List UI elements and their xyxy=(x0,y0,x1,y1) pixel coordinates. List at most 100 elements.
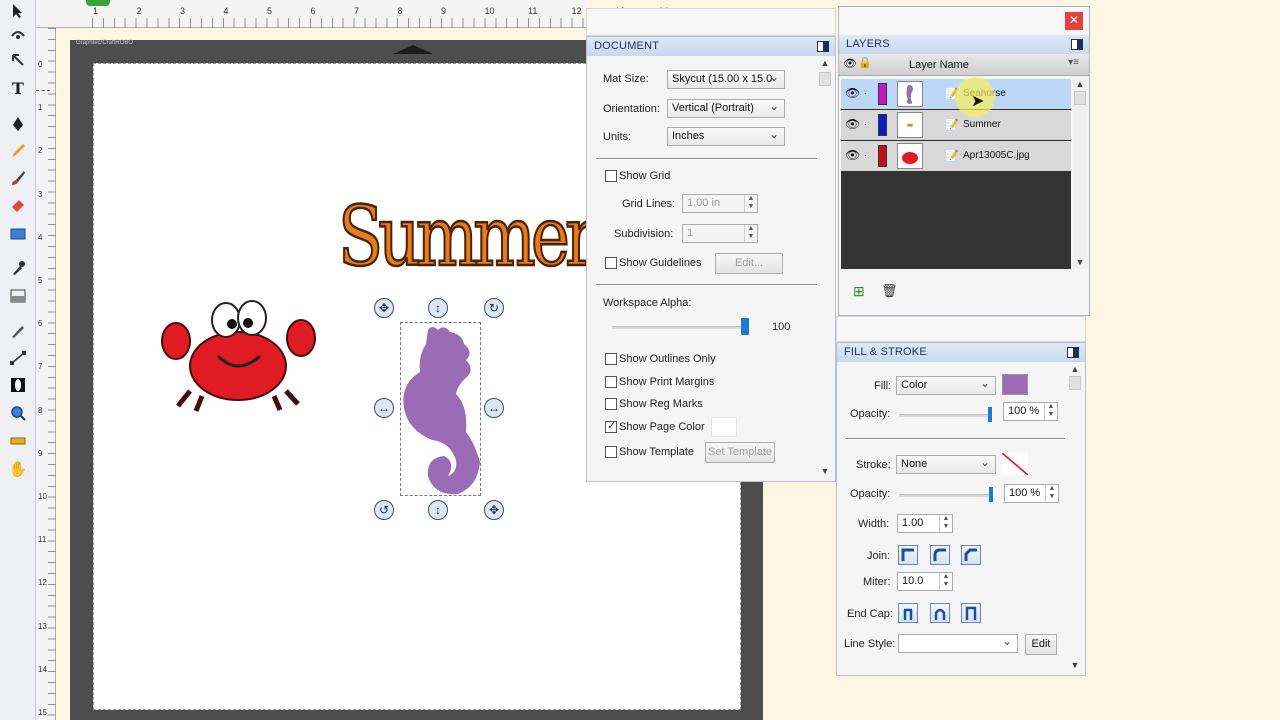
guidelines-edit-button[interactable]: Edit... xyxy=(715,253,783,274)
scale-handle-bottom[interactable]: ↕ xyxy=(428,500,448,520)
dock-icon[interactable] xyxy=(817,41,829,52)
mat-size-select[interactable]: Skycut (15.00 x 15.0 xyxy=(667,70,785,89)
brush-tool-icon[interactable] xyxy=(6,167,30,189)
butt-cap-icon[interactable] xyxy=(898,603,918,623)
bevel-join-icon[interactable] xyxy=(961,545,981,565)
line-style-select[interactable] xyxy=(898,634,1018,653)
rotate-handle-bottom-left[interactable]: ↺ xyxy=(374,500,394,520)
dock-icon[interactable] xyxy=(1071,39,1083,50)
show-grid-checkbox[interactable] xyxy=(605,170,617,182)
square-cap-icon[interactable] xyxy=(961,603,981,623)
layer-color-swatch[interactable] xyxy=(878,83,887,105)
miter-input[interactable]: 10.0 ▲ ▼ xyxy=(897,572,953,591)
zoom-tool-icon[interactable] xyxy=(6,402,30,424)
move-handle-bottom-right[interactable]: ✥ xyxy=(484,500,504,520)
add-layer-icon[interactable]: ⊞ xyxy=(853,283,865,300)
ruler-tick-label: 7 xyxy=(354,6,360,16)
scale-handle-top[interactable]: ↕ xyxy=(428,298,448,318)
layer-name-column-header: Layer Name xyxy=(909,59,969,71)
move-handle-top-left[interactable]: ✥ xyxy=(374,298,394,318)
fill-opacity-slider[interactable] xyxy=(899,414,991,417)
subdivision-input[interactable]: 1 ▲ ▼ xyxy=(682,224,758,243)
fill-tool-icon[interactable] xyxy=(6,285,30,307)
eraser-tool-icon[interactable] xyxy=(6,194,30,216)
miter-join-icon[interactable] xyxy=(898,545,918,565)
visibility-eye-icon[interactable]: 👁 xyxy=(845,86,860,100)
ruler-tick-label: 9 xyxy=(38,448,43,458)
bezier-tool-icon[interactable] xyxy=(6,347,30,369)
workspace-alpha-slider[interactable] xyxy=(612,326,747,329)
layer-name: Summer xyxy=(963,119,1001,130)
dock-icon[interactable] xyxy=(1067,347,1079,358)
scale-handle-left[interactable]: ↔ xyxy=(374,398,394,418)
show-guidelines-label: Show Guidelines xyxy=(619,257,702,269)
text-tool-icon[interactable]: T xyxy=(6,77,30,99)
rectangle-tool-icon[interactable] xyxy=(6,223,30,245)
visibility-header-icon: 👁 xyxy=(843,58,857,70)
measure-tool-icon[interactable] xyxy=(6,430,30,452)
mouse-pointer-icon: ➤ xyxy=(971,93,985,110)
divider xyxy=(845,438,1065,440)
ruler-tick-label: 3 xyxy=(38,189,43,199)
page-color-swatch[interactable] xyxy=(711,417,737,437)
crop-tool-icon[interactable] xyxy=(6,50,30,72)
round-join-icon[interactable] xyxy=(930,545,950,565)
show-outlines-only-checkbox[interactable] xyxy=(605,353,617,365)
show-print-margins-checkbox[interactable] xyxy=(605,376,617,388)
grid-lines-input[interactable]: 1.00 in ▲ ▼ xyxy=(682,194,758,213)
pan-hand-tool-icon[interactable]: ✋ xyxy=(6,458,30,480)
layer-row-summer[interactable]: 👁 · ▬ 📝 Summer xyxy=(841,110,1071,140)
fill-stroke-scrollbar[interactable]: ▲ ▼ xyxy=(1068,364,1082,672)
fill-color-swatch[interactable] xyxy=(1002,374,1028,395)
weld-tool-icon[interactable] xyxy=(6,374,30,396)
layers-scrollbar[interactable]: ▲ ▼ xyxy=(1073,79,1087,269)
orientation-select[interactable]: Vertical (Portrait) xyxy=(667,99,785,118)
show-page-color-checkbox[interactable] xyxy=(605,419,617,433)
stroke-color-swatch-none[interactable] xyxy=(1002,453,1028,475)
summer-text-image[interactable]: Summer xyxy=(337,194,597,279)
workspace-alpha-thumb[interactable] xyxy=(741,318,749,335)
seahorse-image[interactable] xyxy=(398,322,484,498)
select-tool-icon[interactable] xyxy=(6,0,30,22)
layer-row-crab[interactable]: 👁 · 📝 Apr13005C.jpg xyxy=(841,141,1071,171)
line-style-edit-button[interactable]: Edit xyxy=(1025,634,1057,655)
crab-image[interactable] xyxy=(156,296,320,414)
document-panel-scrollbar[interactable]: ▲ ▼ xyxy=(818,58,832,478)
node-edit-tool-icon[interactable] xyxy=(6,24,30,46)
pen-tool-icon[interactable] xyxy=(6,113,30,135)
scale-handle-right[interactable]: ↔ xyxy=(484,398,504,418)
rotate-handle-top-right[interactable]: ↻ xyxy=(484,298,504,318)
vertical-ruler: 0 1 2 3 4 5 6 7 8 9 10 11 12 13 14 15 xyxy=(36,28,56,720)
stroke-opacity-input[interactable]: 100 % ▲ ▼ xyxy=(1004,484,1059,503)
layer-color-swatch[interactable] xyxy=(878,114,887,136)
layers-list: 👁 · 📝 Seahorse 👁 · ▬ 📝 Summer 👁 · 📝 Apr1… xyxy=(841,79,1071,269)
stroke-type-select[interactable]: None xyxy=(896,455,996,474)
show-reg-marks-checkbox[interactable] xyxy=(605,398,617,410)
pencil-tool-icon[interactable] xyxy=(6,140,30,162)
delete-layer-icon[interactable]: 🗑 xyxy=(881,283,898,299)
visibility-eye-icon[interactable]: 👁 xyxy=(845,117,860,131)
knife-tool-icon[interactable] xyxy=(6,320,30,342)
show-template-label: Show Template xyxy=(619,446,695,458)
stroke-opacity-slider[interactable] xyxy=(899,494,992,497)
horizontal-ruler: 1234567891011121314 xyxy=(36,0,669,28)
fill-opacity-thumb[interactable] xyxy=(988,407,992,422)
layers-menu-icon[interactable]: ▾≡ xyxy=(1068,57,1079,68)
document-panel: DOCUMENT Mat Size: Skycut (15.00 x 15.0 … xyxy=(586,36,836,482)
fill-type-select[interactable]: Color xyxy=(896,376,996,395)
close-icon[interactable]: ✕ xyxy=(1065,12,1083,30)
stroke-opacity-thumb[interactable] xyxy=(989,487,993,502)
show-guidelines-checkbox[interactable] xyxy=(605,257,617,269)
mat-feed-arrow-icon xyxy=(393,45,433,54)
show-template-checkbox[interactable] xyxy=(605,446,617,458)
stroke-width-input[interactable]: 1.00 ▲ ▼ xyxy=(897,514,953,533)
units-select[interactable]: Inches xyxy=(667,127,785,146)
set-template-button[interactable]: Set Template xyxy=(705,442,775,463)
eyedropper-tool-icon[interactable] xyxy=(6,257,30,279)
layer-name: Apr13005C.jpg xyxy=(963,150,1030,161)
visibility-eye-icon[interactable]: 👁 xyxy=(845,148,860,162)
fill-opacity-input[interactable]: 100 % ▲ ▼ xyxy=(1003,402,1058,421)
round-cap-icon[interactable] xyxy=(930,603,950,623)
workspace-alpha-value: 100 xyxy=(772,321,791,333)
layer-color-swatch[interactable] xyxy=(878,145,887,167)
